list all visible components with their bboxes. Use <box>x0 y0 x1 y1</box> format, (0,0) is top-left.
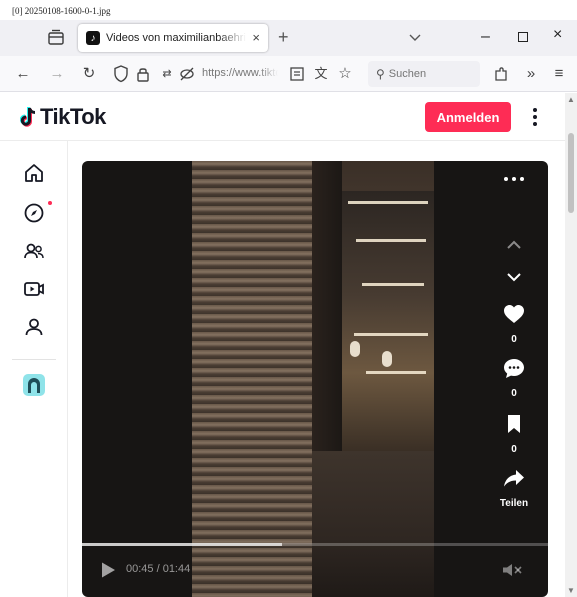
new-tab-button[interactable]: + <box>278 27 289 47</box>
bookmark-star-icon[interactable]: ☆ <box>336 65 354 83</box>
shield-icon[interactable] <box>112 65 130 83</box>
lock-icon[interactable] <box>134 65 152 83</box>
tiktok-header: TikTok Anmelden <box>0 93 565 141</box>
window-maximize-button[interactable] <box>518 32 528 42</box>
previous-video-icon[interactable] <box>502 237 526 253</box>
forward-arrow-icon[interactable]: → <box>48 65 66 83</box>
avatar-icon[interactable] <box>22 373 46 397</box>
video-frame <box>192 161 434 597</box>
play-icon[interactable] <box>100 561 116 579</box>
search-box[interactable]: ⚲ <box>368 61 480 87</box>
tiktok-logo[interactable]: TikTok <box>19 104 106 130</box>
tab-close-icon[interactable]: × <box>252 30 260 46</box>
video-player[interactable]: 0 0 0 Teilen 00:45 / 01:44 <box>82 161 548 597</box>
browser-nav-bar: ← → ↻ ⇄ https://www.tiktok.com 文 ☆ ⚲ » ≡ <box>0 56 577 92</box>
sidebar-divider <box>12 359 56 360</box>
page-scrollbar[interactable]: ▲ ▼ <box>565 93 577 597</box>
url-bar[interactable]: ⇄ https://www.tiktok.com 文 ☆ <box>106 61 362 87</box>
live-video-icon[interactable] <box>22 277 46 301</box>
scroll-up-icon[interactable]: ▲ <box>567 95 575 104</box>
video-more-options-icon[interactable] <box>504 177 524 183</box>
next-video-icon[interactable] <box>502 269 526 285</box>
mute-icon[interactable] <box>502 563 524 577</box>
tiktok-favicon-icon: ♪ <box>86 31 100 45</box>
like-button[interactable]: 0 <box>500 303 528 345</box>
browser-tab-strip: ♪ Videos von maximilianbaehring × + – × <box>0 20 577 56</box>
window-close-button[interactable]: × <box>553 26 562 44</box>
tiktok-note-icon <box>19 106 38 128</box>
video-time: 00:45 / 01:44 <box>126 563 191 575</box>
home-icon[interactable] <box>22 161 46 185</box>
video-progress-bar[interactable] <box>82 543 548 546</box>
hamburger-menu-icon[interactable]: ≡ <box>550 65 568 83</box>
user-icon[interactable] <box>22 315 46 339</box>
tiktok-page: TikTok Anmelden 0 0 0 Teilen 00:45 / 01:… <box>0 93 565 597</box>
comment-count: 0 <box>511 388 517 399</box>
login-button[interactable]: Anmelden <box>425 102 511 132</box>
share-button[interactable]: Teilen <box>492 467 536 509</box>
comment-icon <box>504 359 524 378</box>
more-options-icon[interactable] <box>527 105 543 129</box>
tab-list-icon[interactable] <box>46 29 66 47</box>
users-icon[interactable] <box>22 239 46 263</box>
comment-button[interactable]: 0 <box>500 357 528 399</box>
tiktok-sidebar <box>0 141 68 597</box>
permissions-icon[interactable]: ⇄ <box>158 65 176 83</box>
reload-icon[interactable]: ↻ <box>80 65 98 83</box>
tab-title: Videos von maximilianbaehring <box>106 32 246 44</box>
browser-tab[interactable]: ♪ Videos von maximilianbaehring × <box>78 24 268 52</box>
heart-icon <box>504 305 524 323</box>
share-arrow-icon <box>504 470 524 487</box>
reader-view-icon[interactable] <box>288 65 306 83</box>
notification-dot <box>48 201 52 205</box>
extensions-icon[interactable] <box>492 65 510 83</box>
overflow-chevron-icon[interactable]: » <box>522 65 540 83</box>
file-label: [0] 20250108-1600-0-1.jpg <box>12 6 111 16</box>
back-arrow-icon[interactable]: ← <box>14 65 32 83</box>
compass-icon[interactable] <box>22 201 46 225</box>
tiktok-logo-text: TikTok <box>40 104 106 129</box>
search-input[interactable] <box>388 68 469 80</box>
search-icon: ⚲ <box>376 67 385 81</box>
save-count: 0 <box>511 444 517 455</box>
scrollbar-thumb[interactable] <box>568 133 574 213</box>
url-text[interactable]: https://www.tiktok.com <box>202 67 278 79</box>
scroll-down-icon[interactable]: ▼ <box>567 586 575 595</box>
window-minimize-button[interactable]: – <box>481 28 490 46</box>
share-label: Teilen <box>499 498 529 509</box>
bookmark-icon <box>508 415 520 433</box>
save-button[interactable]: 0 <box>500 413 528 455</box>
video-progress-fill <box>82 543 283 546</box>
translate-icon[interactable]: 文 <box>312 65 330 83</box>
chevron-down-icon[interactable] <box>408 30 422 44</box>
tracking-protection-icon[interactable] <box>178 65 196 83</box>
like-count: 0 <box>511 334 517 345</box>
